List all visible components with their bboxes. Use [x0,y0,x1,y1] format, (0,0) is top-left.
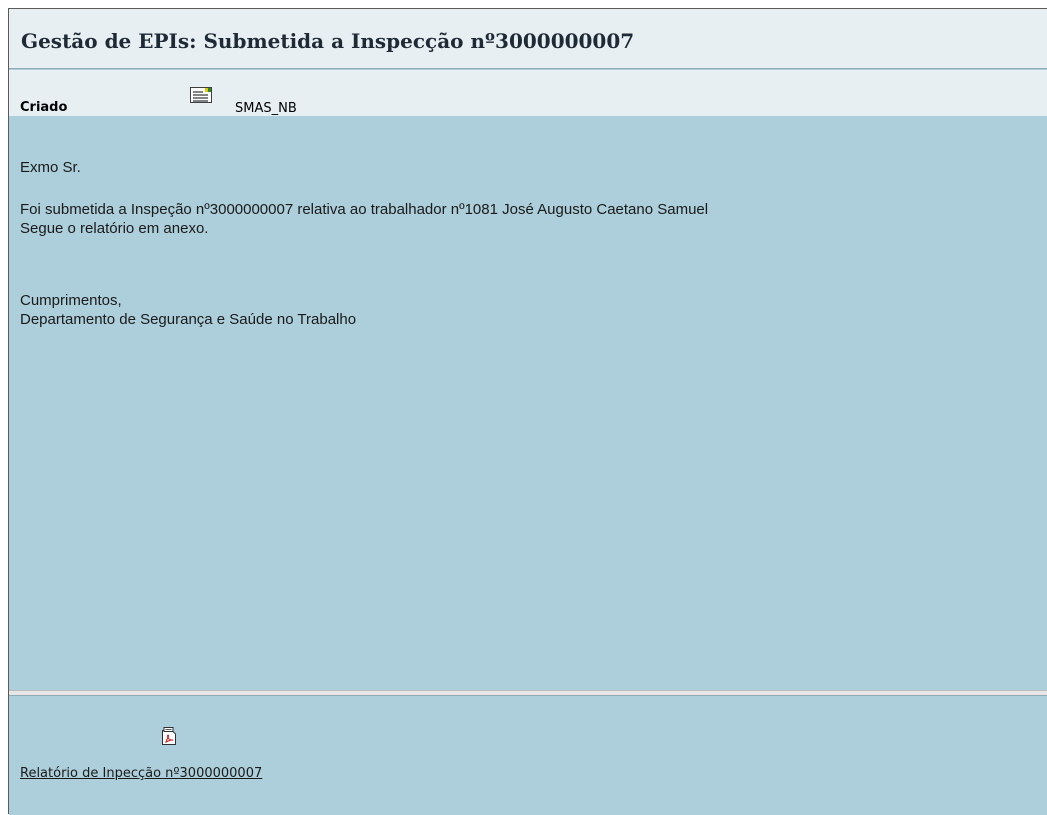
message-line-2: Segue o relatório em anexo. [20,220,209,237]
creator-row: Criado SMAS_NB [9,70,1047,116]
title-bar: Gestão de EPIs: Submetida a Inspecção nº… [9,9,1047,69]
document-icon[interactable] [190,87,212,103]
message-line-1: Foi submetida a Inspeção nº3000000007 re… [20,201,709,218]
message-body: Exmo Sr. Foi submetida a Inspeção nº3000… [9,116,1047,690]
mail-window: Gestão de EPIs: Submetida a Inspecção nº… [8,8,1047,815]
message-closing: Cumprimentos, [20,292,122,309]
creator-label: Criado [20,100,68,115]
message-signature: Departamento de Segurança e Saúde no Tra… [20,311,357,328]
pdf-icon[interactable] [161,727,177,745]
attachments-panel: Relatório de Inpecção nº3000000007 [9,696,1047,815]
creator-value[interactable]: SMAS_NB [235,101,297,116]
message-greeting: Exmo Sr. [20,159,81,176]
page-title: Gestão de EPIs: Submetida a Inspecção nº… [21,29,635,53]
attachment-link[interactable]: Relatório de Inpecção nº3000000007 [20,766,262,781]
